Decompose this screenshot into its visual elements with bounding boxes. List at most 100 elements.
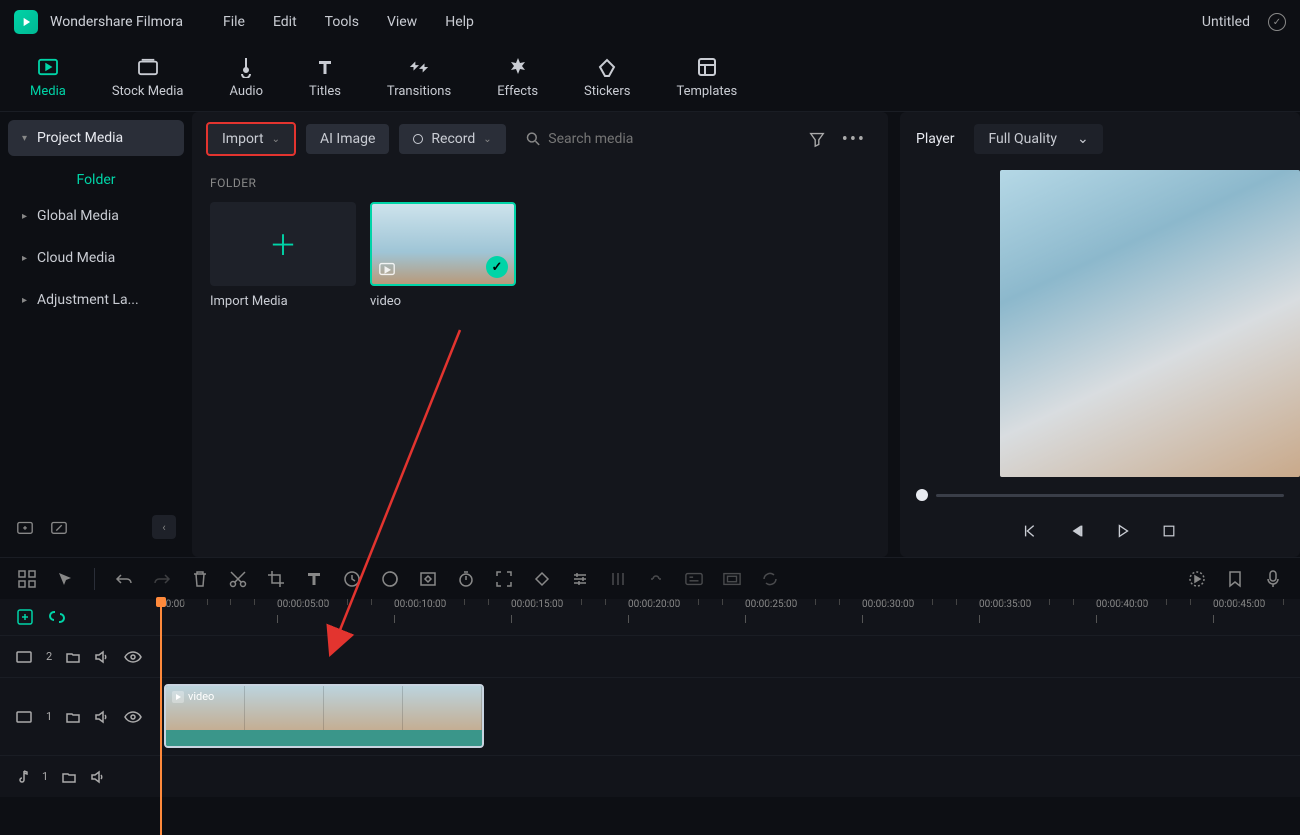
mute-icon[interactable] bbox=[90, 770, 106, 784]
undo-icon[interactable] bbox=[115, 570, 133, 588]
keyframe-icon[interactable] bbox=[419, 570, 437, 588]
search-icon bbox=[526, 131, 541, 147]
tab-templates[interactable]: Templates bbox=[658, 50, 755, 105]
tab-effects[interactable]: Effects bbox=[479, 50, 556, 105]
preview-canvas[interactable] bbox=[1000, 170, 1300, 477]
render-icon[interactable] bbox=[1188, 570, 1206, 588]
timeline-ruler[interactable]: 00:0000:00:05:0000:00:10:0000:00:15:0000… bbox=[160, 599, 1300, 635]
audio-track-1: 1 bbox=[0, 755, 1300, 797]
add-track-icon[interactable] bbox=[16, 608, 34, 626]
bookmark-icon[interactable] bbox=[1226, 570, 1244, 588]
folder-icon[interactable] bbox=[66, 651, 80, 663]
chevron-right-icon: ▸ bbox=[22, 295, 27, 306]
focus-icon[interactable] bbox=[495, 570, 513, 588]
eye-icon[interactable] bbox=[124, 651, 142, 663]
cursor-icon[interactable] bbox=[56, 570, 74, 588]
mic-icon[interactable] bbox=[1264, 570, 1282, 588]
ai-image-button[interactable]: AI Image bbox=[306, 124, 389, 154]
menu-edit[interactable]: Edit bbox=[273, 14, 297, 30]
video-card[interactable]: ✓ video bbox=[370, 202, 516, 309]
app-logo-icon bbox=[14, 10, 38, 34]
timeline: 00:0000:00:05:0000:00:10:0000:00:15:0000… bbox=[0, 599, 1300, 797]
text-icon[interactable] bbox=[305, 570, 323, 588]
eye-icon[interactable] bbox=[124, 711, 142, 723]
menu-file[interactable]: File bbox=[223, 14, 245, 30]
subtitle-icon[interactable] bbox=[685, 570, 703, 588]
menu-help[interactable]: Help bbox=[445, 14, 474, 30]
quality-dropdown[interactable]: Full Quality ⌄ bbox=[974, 124, 1102, 154]
menubar: File Edit Tools View Help bbox=[223, 14, 474, 30]
document-title: Untitled bbox=[1202, 14, 1250, 30]
adjust-icon[interactable] bbox=[571, 570, 589, 588]
folder-icon[interactable] bbox=[66, 711, 80, 723]
step-back-button[interactable] bbox=[1067, 521, 1087, 541]
sidebar-item-project-media[interactable]: ▾Project Media bbox=[8, 120, 184, 156]
sidebar-item-global-media[interactable]: ▸Global Media bbox=[8, 198, 184, 234]
seek-bar[interactable] bbox=[900, 477, 1300, 513]
video-icon bbox=[16, 650, 32, 664]
transitions-icon bbox=[408, 56, 430, 78]
crop-icon[interactable] bbox=[267, 570, 285, 588]
delete-icon[interactable] bbox=[191, 570, 209, 588]
prev-frame-button[interactable] bbox=[1021, 521, 1041, 541]
music-icon bbox=[16, 769, 28, 785]
sidebar-item-cloud-media[interactable]: ▸Cloud Media bbox=[8, 240, 184, 276]
mute-icon[interactable] bbox=[94, 710, 110, 724]
tab-stickers[interactable]: Stickers bbox=[566, 50, 648, 105]
import-button[interactable]: Import ⌄ bbox=[206, 122, 296, 156]
play-button[interactable] bbox=[1113, 521, 1133, 541]
folder-icon[interactable] bbox=[62, 771, 76, 783]
record-icon bbox=[413, 134, 423, 144]
save-status-icon[interactable]: ✓ bbox=[1268, 13, 1286, 31]
search-input[interactable] bbox=[548, 131, 787, 147]
stop-button[interactable] bbox=[1159, 521, 1179, 541]
attach-icon[interactable] bbox=[647, 570, 665, 588]
color-icon[interactable] bbox=[381, 570, 399, 588]
tab-transitions[interactable]: Transitions bbox=[369, 50, 469, 105]
mute-icon[interactable] bbox=[94, 650, 110, 664]
play-icon bbox=[172, 691, 184, 703]
sync-icon[interactable] bbox=[761, 570, 779, 588]
folder-link-icon[interactable] bbox=[50, 518, 68, 536]
timeline-clip[interactable]: video bbox=[164, 684, 484, 748]
speed-icon[interactable] bbox=[343, 570, 361, 588]
cut-icon[interactable] bbox=[229, 570, 247, 588]
stickers-icon bbox=[596, 56, 618, 78]
tab-stock-media[interactable]: Stock Media bbox=[94, 50, 202, 105]
effects-icon bbox=[507, 56, 529, 78]
tab-media[interactable]: Media bbox=[12, 50, 84, 105]
new-folder-icon[interactable] bbox=[16, 518, 34, 536]
seek-knob[interactable] bbox=[916, 489, 928, 501]
mixer-icon[interactable] bbox=[609, 570, 627, 588]
titles-icon bbox=[314, 56, 336, 78]
folder-label: FOLDER bbox=[210, 176, 870, 190]
link-icon[interactable] bbox=[48, 608, 66, 626]
redo-icon[interactable] bbox=[153, 570, 171, 588]
playhead[interactable] bbox=[160, 599, 162, 835]
chevron-right-icon: ▸ bbox=[22, 211, 27, 222]
tab-audio[interactable]: Audio bbox=[212, 50, 281, 105]
templates-icon bbox=[696, 56, 718, 78]
sidebar-item-adjustment-layer[interactable]: ▸Adjustment La... bbox=[8, 282, 184, 318]
titlebar: Wondershare Filmora File Edit Tools View… bbox=[0, 0, 1300, 44]
tab-titles[interactable]: Titles bbox=[291, 50, 359, 105]
menu-tools[interactable]: Tools bbox=[325, 14, 359, 30]
timeline-toolbar bbox=[0, 557, 1300, 599]
sidebar-folder[interactable]: Folder bbox=[8, 162, 184, 198]
timer-icon[interactable] bbox=[457, 570, 475, 588]
menu-view[interactable]: View bbox=[387, 14, 417, 30]
collapse-sidebar-button[interactable]: ‹ bbox=[152, 515, 176, 539]
record-button[interactable]: Record ⌄ bbox=[399, 124, 505, 154]
chevron-down-icon: ⌄ bbox=[1077, 131, 1089, 147]
layout-icon[interactable] bbox=[18, 570, 36, 588]
marker-icon[interactable] bbox=[533, 570, 551, 588]
import-media-card[interactable]: ＋ Import Media bbox=[210, 202, 356, 309]
filter-icon[interactable] bbox=[808, 130, 826, 148]
clip-label: video bbox=[172, 690, 214, 703]
chevron-down-icon: ⌄ bbox=[272, 134, 280, 145]
chevron-down-icon: ▾ bbox=[22, 133, 27, 144]
audio-icon bbox=[235, 56, 257, 78]
aspect-icon[interactable] bbox=[723, 570, 741, 588]
more-icon[interactable]: ••• bbox=[842, 129, 866, 150]
player-title: Player bbox=[916, 131, 954, 147]
